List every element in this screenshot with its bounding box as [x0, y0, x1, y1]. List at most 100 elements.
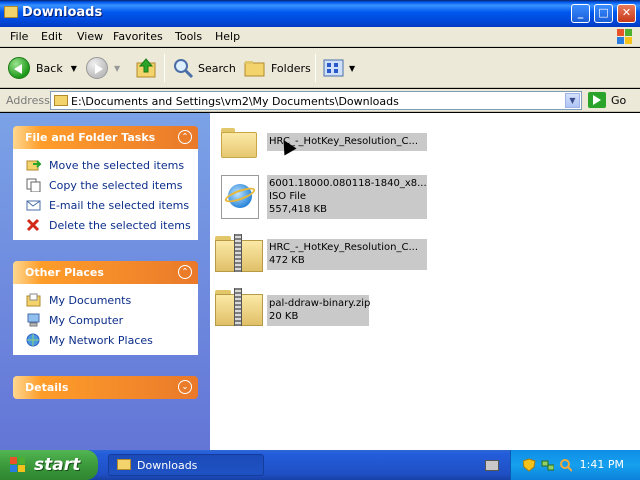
details-panel: Details ⌄	[13, 376, 198, 399]
search-label: Search	[198, 61, 236, 75]
panel-title: Other Places	[25, 266, 104, 279]
menu-favorites[interactable]: Favorites	[113, 30, 163, 43]
file-item[interactable]: HRC_-_HotKey_Resolution_C...	[213, 122, 433, 162]
collapse-icon[interactable]: ⌃	[178, 130, 192, 144]
menu-file[interactable]: File	[10, 30, 28, 43]
taskbar: start Downloads 1:41 PM	[0, 450, 640, 480]
back-button[interactable]: Back ▼	[8, 56, 77, 80]
my-network-places-link[interactable]: My Network Places	[14, 330, 197, 350]
details-header[interactable]: Details ⌄	[13, 376, 198, 399]
folders-label: Folders	[271, 61, 311, 75]
window-title: Downloads	[22, 5, 103, 20]
file-name: 6001.18000.080118-1840_x8...	[269, 178, 427, 189]
chevron-down-icon[interactable]: ▼	[114, 64, 120, 73]
link-label: E-mail the selected items	[49, 198, 190, 212]
file-list: HRC_-_HotKey_Resolution_C... 6001.18000.…	[210, 113, 640, 450]
collapse-icon[interactable]: ⌃	[178, 265, 192, 279]
delete-icon	[26, 218, 41, 232]
minimize-button[interactable]: _	[571, 4, 590, 23]
zip-icon	[213, 288, 263, 328]
my-computer-link[interactable]: My Computer	[14, 310, 197, 330]
search-icon[interactable]	[559, 458, 572, 472]
windows-flag-icon	[10, 457, 28, 473]
go-arrow-icon	[588, 92, 606, 108]
link-label: My Network Places	[49, 333, 153, 347]
file-item[interactable]: HRC_-_HotKey_Resolution_C... 472 KB	[213, 234, 433, 274]
go-label: Go	[611, 93, 627, 107]
maximize-button[interactable]: □	[594, 4, 613, 23]
address-bar: Address E:\Documents and Settings\vm2\My…	[0, 89, 640, 112]
panel-title: Details	[25, 381, 69, 394]
delete-items-link[interactable]: Delete the selected items	[14, 215, 197, 235]
task-label: Downloads	[137, 459, 198, 472]
file-item[interactable]: 6001.18000.080118-1840_x8... ISO File 55…	[213, 175, 433, 221]
views-icon	[323, 59, 344, 77]
up-folder-icon	[136, 58, 156, 78]
file-name: HRC_-_HotKey_Resolution_C...	[269, 242, 419, 253]
my-documents-link[interactable]: My Documents	[14, 290, 197, 310]
email-items-link[interactable]: E-mail the selected items	[14, 195, 197, 215]
views-button[interactable]: ▼	[323, 56, 355, 80]
file-size: 557,418 KB	[269, 204, 327, 215]
menu-bar: File Edit View Favorites Tools Help	[0, 27, 640, 47]
move-items-link[interactable]: Move the selected items	[14, 155, 197, 175]
back-label: Back	[36, 61, 63, 75]
go-button[interactable]: Go	[588, 92, 626, 108]
other-places-panel: Other Places ⌃ My Documents My Computer …	[13, 261, 198, 355]
link-label: Copy the selected items	[49, 178, 183, 192]
chevron-down-icon[interactable]: ▼	[349, 64, 355, 73]
file-size: 20 KB	[269, 311, 299, 322]
toolbar: Back ▼ ▼ Search Folders ▼	[0, 48, 640, 88]
folders-button[interactable]: Folders	[243, 56, 311, 80]
menu-tools[interactable]: Tools	[175, 30, 202, 43]
chevron-down-icon[interactable]: ▼	[71, 64, 77, 73]
menu-edit[interactable]: Edit	[41, 30, 62, 43]
taskbar-downloads-button[interactable]: Downloads	[108, 454, 264, 476]
network-places-icon	[26, 333, 41, 347]
expand-icon[interactable]: ⌄	[178, 380, 192, 394]
link-label: My Computer	[49, 313, 124, 327]
menu-view[interactable]: View	[77, 30, 103, 43]
file-item[interactable]: pal-ddraw-binary.zip 20 KB	[213, 288, 433, 328]
zip-icon	[213, 234, 263, 274]
email-icon	[26, 198, 41, 212]
copy-items-link[interactable]: Copy the selected items	[14, 175, 197, 195]
search-button[interactable]: Search	[172, 56, 236, 80]
start-label: start	[34, 455, 81, 475]
keyboard-icon[interactable]	[485, 460, 499, 471]
file-folder-tasks-header[interactable]: File and Folder Tasks ⌃	[13, 126, 198, 149]
system-tray: 1:41 PM	[510, 450, 640, 480]
network-icon[interactable]	[541, 458, 554, 472]
panel-title: File and Folder Tasks	[25, 131, 156, 144]
address-path: E:\Documents and Settings\vm2\My Documen…	[71, 95, 399, 108]
close-button[interactable]: ✕	[617, 4, 636, 23]
title-bar[interactable]: Downloads _ □ ✕	[0, 0, 640, 27]
file-type: ISO File	[269, 191, 307, 202]
folders-icon	[244, 61, 265, 77]
move-icon	[26, 158, 43, 172]
link-label: My Documents	[49, 293, 132, 307]
toolbar-separator	[315, 54, 316, 82]
link-label: Delete the selected items	[49, 218, 191, 232]
file-folder-tasks-panel: File and Folder Tasks ⌃ Move the selecte…	[13, 126, 198, 240]
start-button[interactable]: start	[0, 450, 98, 480]
folder-icon	[4, 6, 18, 18]
folder-icon	[54, 95, 68, 106]
up-folder-button[interactable]	[135, 56, 159, 80]
other-places-header[interactable]: Other Places ⌃	[13, 261, 198, 284]
forward-arrow-icon	[86, 57, 108, 79]
menu-help[interactable]: Help	[215, 30, 240, 43]
security-shield-icon[interactable]	[523, 458, 536, 472]
toolbar-separator	[164, 54, 165, 82]
address-input[interactable]: E:\Documents and Settings\vm2\My Documen…	[50, 91, 582, 110]
windows-logo-icon	[616, 28, 634, 45]
clock: 1:41 PM	[579, 458, 624, 471]
my-documents-icon	[26, 293, 41, 307]
my-computer-icon	[26, 313, 41, 327]
chevron-down-icon[interactable]: ▼	[565, 93, 580, 108]
address-label: Address	[6, 94, 50, 107]
file-name: pal-ddraw-binary.zip	[269, 298, 371, 309]
forward-button[interactable]: ▼	[86, 56, 120, 80]
search-icon	[174, 59, 194, 79]
iso-file-icon	[213, 175, 263, 219]
